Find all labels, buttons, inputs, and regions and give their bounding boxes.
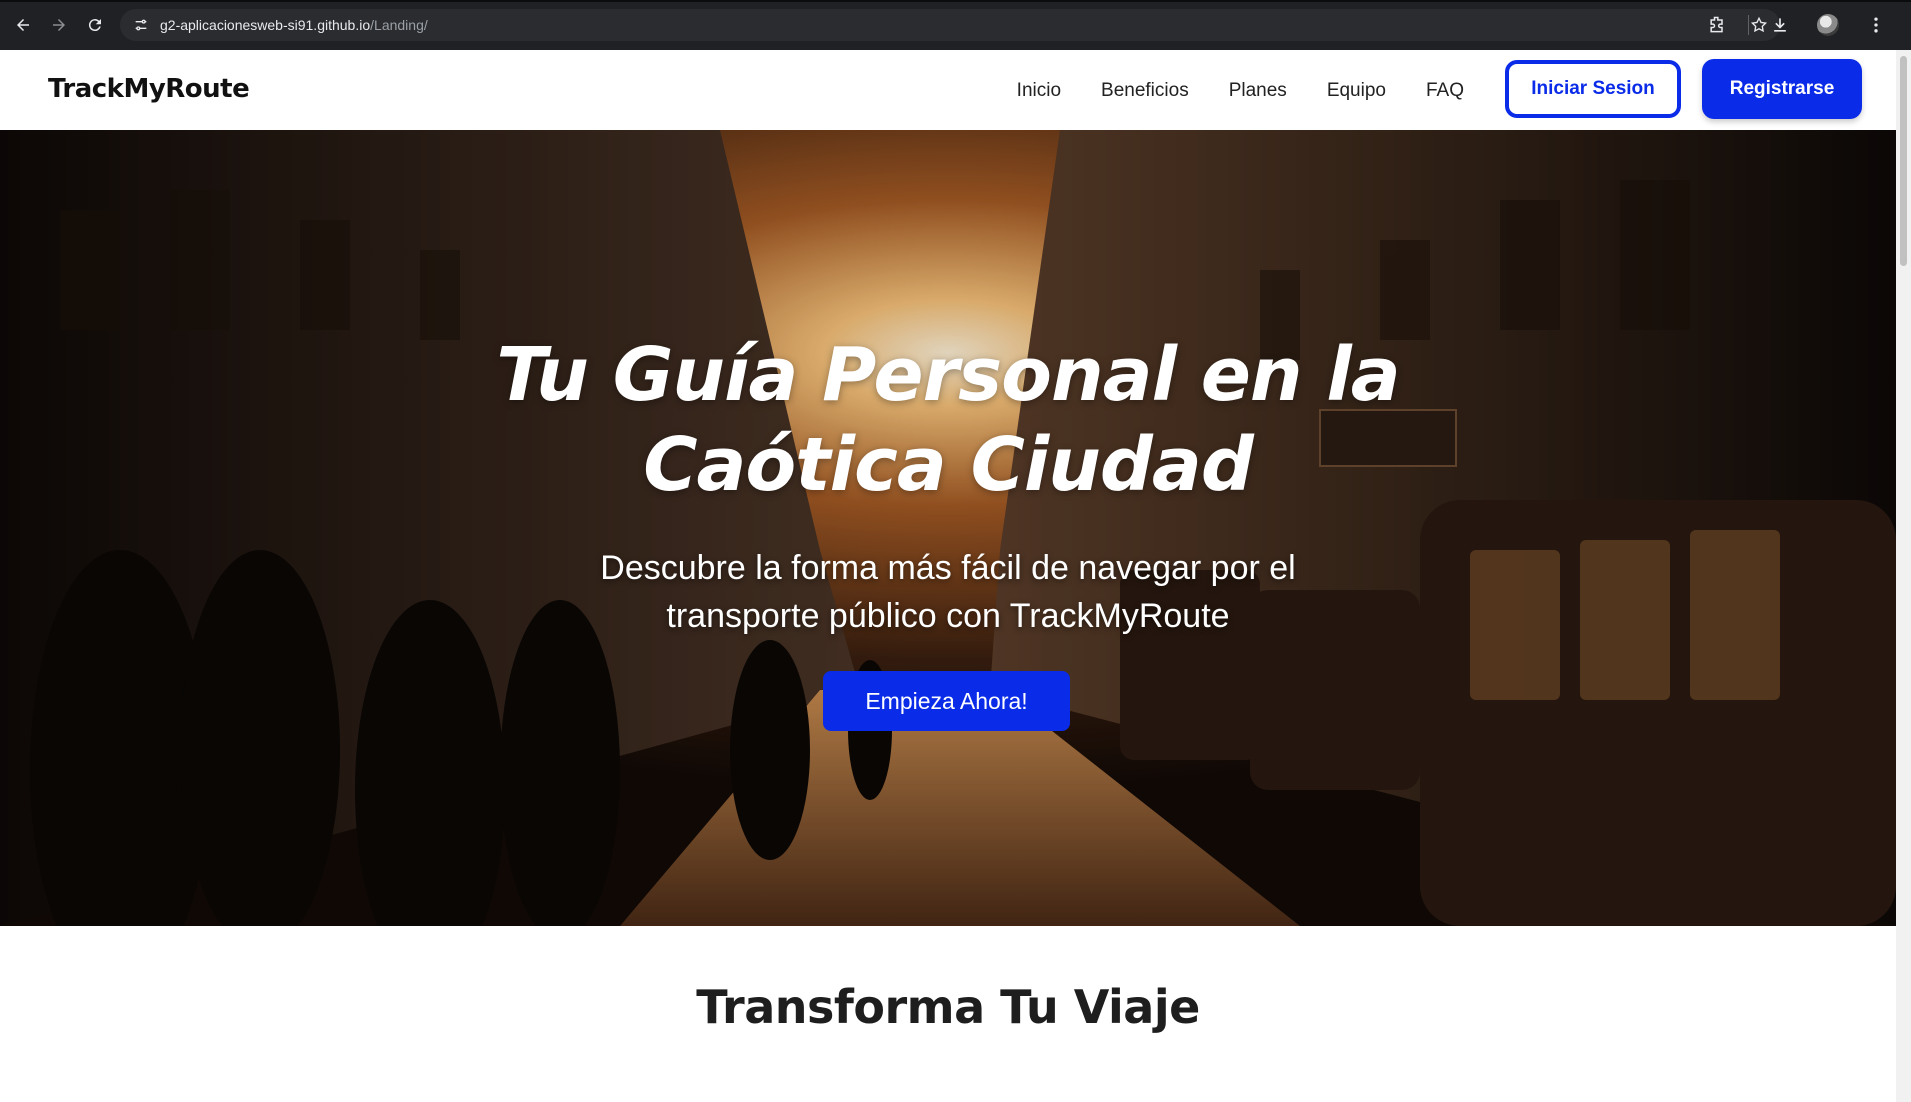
site-logo[interactable]: TrackMyRoute bbox=[48, 74, 250, 104]
nav-beneficios[interactable]: Beneficios bbox=[1101, 80, 1189, 102]
section-title: Transforma Tu Viaje bbox=[696, 980, 1200, 1034]
hero-title: Tu Guía Personal en la Caótica Ciudad bbox=[400, 330, 1496, 510]
site-info-icon[interactable] bbox=[132, 16, 150, 34]
avatar bbox=[1817, 14, 1839, 36]
page-viewport: TrackMyRoute Inicio Beneficios Planes Eq… bbox=[0, 50, 1896, 1102]
nav-equipo[interactable]: Equipo bbox=[1327, 80, 1386, 102]
menu-kebab-icon[interactable] bbox=[1859, 8, 1893, 42]
nav-faq[interactable]: FAQ bbox=[1426, 80, 1464, 102]
site-header: TrackMyRoute Inicio Beneficios Planes Eq… bbox=[0, 50, 1896, 130]
browser-toolbar: g2-aplicacionesweb-si91.github.io/Landin… bbox=[0, 0, 1911, 50]
download-icon[interactable] bbox=[1763, 8, 1797, 42]
address-bar[interactable]: g2-aplicacionesweb-si91.github.io/Landin… bbox=[120, 9, 1780, 41]
url-host: g2-aplicacionesweb-si91.github.io bbox=[160, 17, 371, 33]
hero-subtitle-line-1: Descubre la forma más fácil de navegar p… bbox=[600, 549, 1296, 587]
hero-title-line-1: Tu Guía Personal en la bbox=[496, 332, 1400, 418]
nav-planes[interactable]: Planes bbox=[1229, 80, 1287, 102]
profile-avatar[interactable] bbox=[1811, 8, 1845, 42]
hero-section: Tu Guía Personal en la Caótica Ciudad De… bbox=[0, 130, 1896, 926]
extensions-icon[interactable] bbox=[1700, 8, 1734, 42]
hero-background-image bbox=[0, 130, 1896, 926]
page-scrollbar[interactable] bbox=[1896, 50, 1911, 1102]
register-button[interactable]: Registrarse bbox=[1702, 59, 1862, 119]
back-icon[interactable] bbox=[6, 8, 40, 42]
reload-icon[interactable] bbox=[78, 8, 112, 42]
forward-icon[interactable] bbox=[42, 8, 76, 42]
get-started-button[interactable]: Empieza Ahora! bbox=[823, 671, 1070, 731]
login-button[interactable]: Iniciar Sesion bbox=[1505, 60, 1681, 118]
hero-subtitle-line-2: transporte público con TrackMyRoute bbox=[666, 597, 1230, 635]
hero-subtitle: Descubre la forma más fácil de navegar p… bbox=[500, 544, 1396, 640]
nav-inicio[interactable]: Inicio bbox=[1017, 80, 1061, 102]
hero-title-line-2: Caótica Ciudad bbox=[643, 422, 1254, 508]
toolbar-actions bbox=[1700, 8, 1893, 42]
url-path: /Landing/ bbox=[370, 17, 428, 33]
scrollbar-thumb[interactable] bbox=[1900, 56, 1907, 266]
url-text: g2-aplicacionesweb-si91.github.io/Landin… bbox=[160, 17, 428, 33]
main-nav: Inicio Beneficios Planes Equipo FAQ bbox=[1017, 80, 1464, 102]
tab-strip-edge bbox=[0, 0, 1911, 2]
toolbar-separator bbox=[1748, 15, 1749, 35]
